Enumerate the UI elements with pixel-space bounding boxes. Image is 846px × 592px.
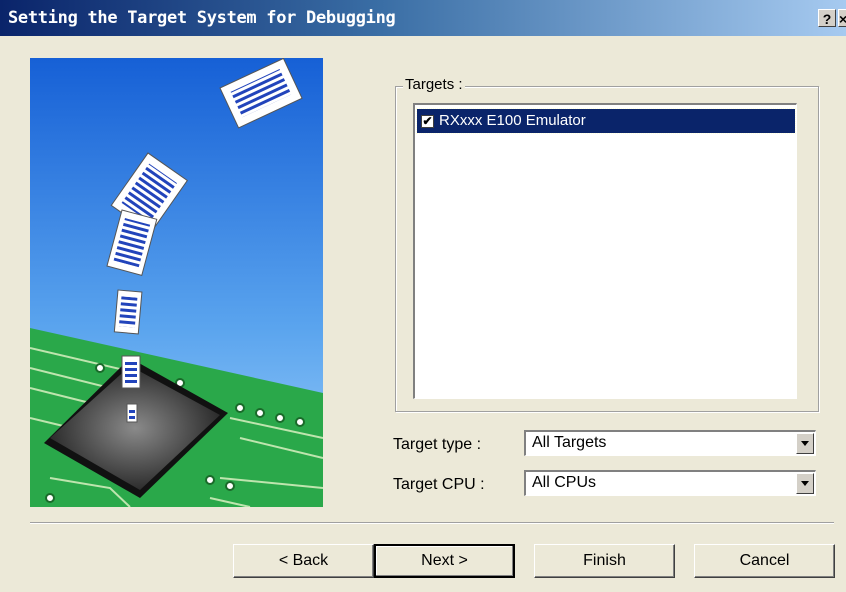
back-button[interactable]: < Back <box>233 544 374 578</box>
help-button[interactable]: ? <box>818 9 836 27</box>
target-item-rxxxx-e100-emulator[interactable]: ✔ RXxxx E100 Emulator <box>416 108 796 134</box>
wizard-illustration <box>30 58 323 507</box>
cancel-button[interactable]: Cancel <box>694 544 835 578</box>
title-bar[interactable]: Setting the Target System for Debugging … <box>0 0 846 36</box>
setup-wizard-dialog: Setting the Target System for Debugging … <box>0 0 846 592</box>
target-type-value: All Targets <box>532 434 607 451</box>
target-checkbox[interactable]: ✔ <box>421 115 434 128</box>
chevron-down-icon[interactable] <box>796 473 814 494</box>
target-cpu-value: All CPUs <box>532 474 597 491</box>
window-title: Setting the Target System for Debugging <box>8 8 396 28</box>
chevron-down-icon[interactable] <box>796 433 814 454</box>
next-button[interactable]: Next > <box>374 544 515 578</box>
target-type-select[interactable]: All Targets <box>524 430 816 456</box>
finish-button[interactable]: Finish <box>534 544 675 578</box>
button-divider <box>30 522 834 524</box>
target-cpu-select[interactable]: All CPUs <box>524 470 816 496</box>
target-cpu-label: Target CPU : <box>393 476 485 493</box>
targets-listbox[interactable]: ✔ RXxxx E100 Emulator <box>413 103 797 399</box>
target-type-label: Target type : <box>393 436 482 453</box>
target-item-label: RXxxx E100 Emulator <box>439 112 586 129</box>
close-button[interactable]: × <box>838 9 846 27</box>
targets-group-label: Targets : <box>403 76 465 93</box>
